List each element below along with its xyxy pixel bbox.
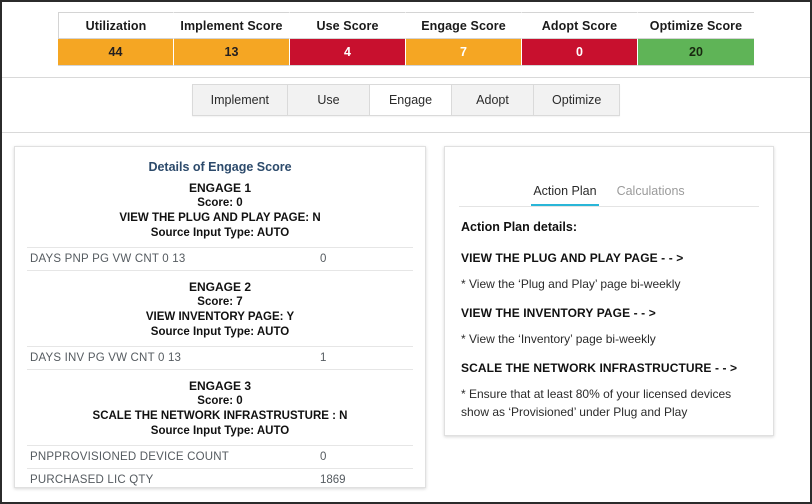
score-column-header: Optimize Score — [638, 12, 754, 39]
metric-value: 1869 — [320, 474, 413, 486]
stage-tab-implement[interactable]: Implement — [193, 85, 288, 115]
score-column-header: Implement Score — [174, 12, 290, 39]
stage-tab-optimize[interactable]: Optimize — [534, 85, 619, 115]
engage-block-score: Score: 0 — [27, 196, 413, 211]
engage-block-source: Source Input Type: AUTO — [27, 226, 413, 241]
plan-details-heading: Action Plan details: — [461, 220, 757, 234]
score-column-value: 7 — [406, 39, 522, 66]
plan-tab-action-plan[interactable]: Action Plan — [531, 181, 598, 206]
stage-tab-use[interactable]: Use — [288, 85, 370, 115]
engage-block-name: ENGAGE 1 — [27, 181, 413, 196]
metric-label: PURCHASED LIC QTY — [27, 474, 320, 486]
stage-tab-adopt[interactable]: Adopt — [452, 85, 534, 115]
metric-value: 0 — [320, 253, 413, 265]
score-column-header: Utilization — [58, 12, 174, 39]
main-content: Details of Engage Score ENGAGE 1Score: 0… — [2, 133, 810, 489]
metric-label: PNPPROVISIONED DEVICE COUNT — [27, 451, 320, 463]
score-header-row: UtilizationImplement ScoreUse ScoreEngag… — [58, 12, 754, 39]
metric-row: DAYS PNP PG VW CNT 0 130 — [27, 247, 413, 271]
score-column-header: Use Score — [290, 12, 406, 39]
metric-value: 0 — [320, 451, 413, 463]
metric-list: DAYS PNP PG VW CNT 0 130 — [27, 247, 413, 271]
engage-block-header: ENGAGE 1Score: 0VIEW THE PLUG AND PLAY P… — [27, 181, 413, 241]
metric-row: PNPPROVISIONED DEVICE COUNT0 — [27, 445, 413, 469]
details-panel-title: Details of Engage Score — [27, 160, 413, 174]
score-column-value: 13 — [174, 39, 290, 66]
engage-block: ENGAGE 2Score: 7VIEW INVENTORY PAGE: YSo… — [27, 280, 413, 370]
plan-section-item: * View the ‘Inventory’ page bi-weekly — [461, 330, 757, 348]
plan-tab-calculations[interactable]: Calculations — [615, 181, 687, 206]
metric-value: 1 — [320, 352, 413, 364]
stage-tab-engage[interactable]: Engage — [370, 85, 452, 115]
score-value-row: 441347020 — [58, 39, 754, 66]
engage-block-flag: SCALE THE NETWORK INFRASTRUSTURE : N — [27, 409, 413, 424]
engage-details-card: Details of Engage Score ENGAGE 1Score: 0… — [14, 146, 426, 488]
metric-label: DAYS INV PG VW CNT 0 13 — [27, 352, 320, 364]
plan-section-heading: VIEW THE INVENTORY PAGE - - > — [461, 306, 757, 320]
score-summary-strip: UtilizationImplement ScoreUse ScoreEngag… — [2, 2, 810, 66]
plan-section-heading: SCALE THE NETWORK INFRASTRUCTURE - - > — [461, 361, 757, 375]
action-plan-card: Action Plan Calculations Action Plan deta… — [444, 146, 774, 436]
engage-blocks-container: ENGAGE 1Score: 0VIEW THE PLUG AND PLAY P… — [27, 181, 413, 488]
score-column-value: 0 — [522, 39, 638, 66]
metric-row: DAYS INV PG VW CNT 0 131 — [27, 346, 413, 370]
metric-list: DAYS INV PG VW CNT 0 131 — [27, 346, 413, 370]
engage-block-flag: VIEW INVENTORY PAGE: Y — [27, 310, 413, 325]
app-frame: UtilizationImplement ScoreUse ScoreEngag… — [0, 0, 812, 504]
engage-block-source: Source Input Type: AUTO — [27, 424, 413, 439]
stage-tabbar: ImplementUseEngageAdoptOptimize — [192, 84, 621, 116]
plan-section-heading: VIEW THE PLUG AND PLAY PAGE - - > — [461, 251, 757, 265]
plan-tabs: Action Plan Calculations — [459, 147, 759, 207]
engage-block-source: Source Input Type: AUTO — [27, 325, 413, 340]
engage-block: ENGAGE 3Score: 0SCALE THE NETWORK INFRAS… — [27, 379, 413, 488]
plan-body: Action Plan details: VIEW THE PLUG AND P… — [461, 207, 757, 421]
score-column-value: 20 — [638, 39, 754, 66]
engage-block: ENGAGE 1Score: 0VIEW THE PLUG AND PLAY P… — [27, 181, 413, 271]
score-column-value: 4 — [290, 39, 406, 66]
plan-section-item: * View the ‘Plug and Play’ page bi-weekl… — [461, 275, 757, 293]
engage-block-flag: VIEW THE PLUG AND PLAY PAGE: N — [27, 211, 413, 226]
metric-list: PNPPROVISIONED DEVICE COUNT0PURCHASED LI… — [27, 445, 413, 488]
metric-label: DAYS PNP PG VW CNT 0 13 — [27, 253, 320, 265]
engage-block-header: ENGAGE 3Score: 0SCALE THE NETWORK INFRAS… — [27, 379, 413, 439]
block-spacer — [27, 271, 413, 280]
metric-row: PURCHASED LIC QTY1869 — [27, 469, 413, 488]
stage-tabbar-wrapper: ImplementUseEngageAdoptOptimize — [2, 78, 810, 122]
plan-section-item: * Ensure that at least 80% of your licen… — [461, 385, 757, 421]
engage-block-score: Score: 0 — [27, 394, 413, 409]
score-column-header: Engage Score — [406, 12, 522, 39]
score-column-value: 44 — [58, 39, 174, 66]
engage-block-score: Score: 7 — [27, 295, 413, 310]
score-summary-table: UtilizationImplement ScoreUse ScoreEngag… — [58, 12, 754, 66]
score-column-header: Adopt Score — [522, 12, 638, 39]
block-spacer — [27, 370, 413, 379]
plan-sections-container: VIEW THE PLUG AND PLAY PAGE - - > * View … — [461, 251, 757, 421]
engage-block-name: ENGAGE 2 — [27, 280, 413, 295]
engage-block-header: ENGAGE 2Score: 7VIEW INVENTORY PAGE: YSo… — [27, 280, 413, 340]
engage-block-name: ENGAGE 3 — [27, 379, 413, 394]
